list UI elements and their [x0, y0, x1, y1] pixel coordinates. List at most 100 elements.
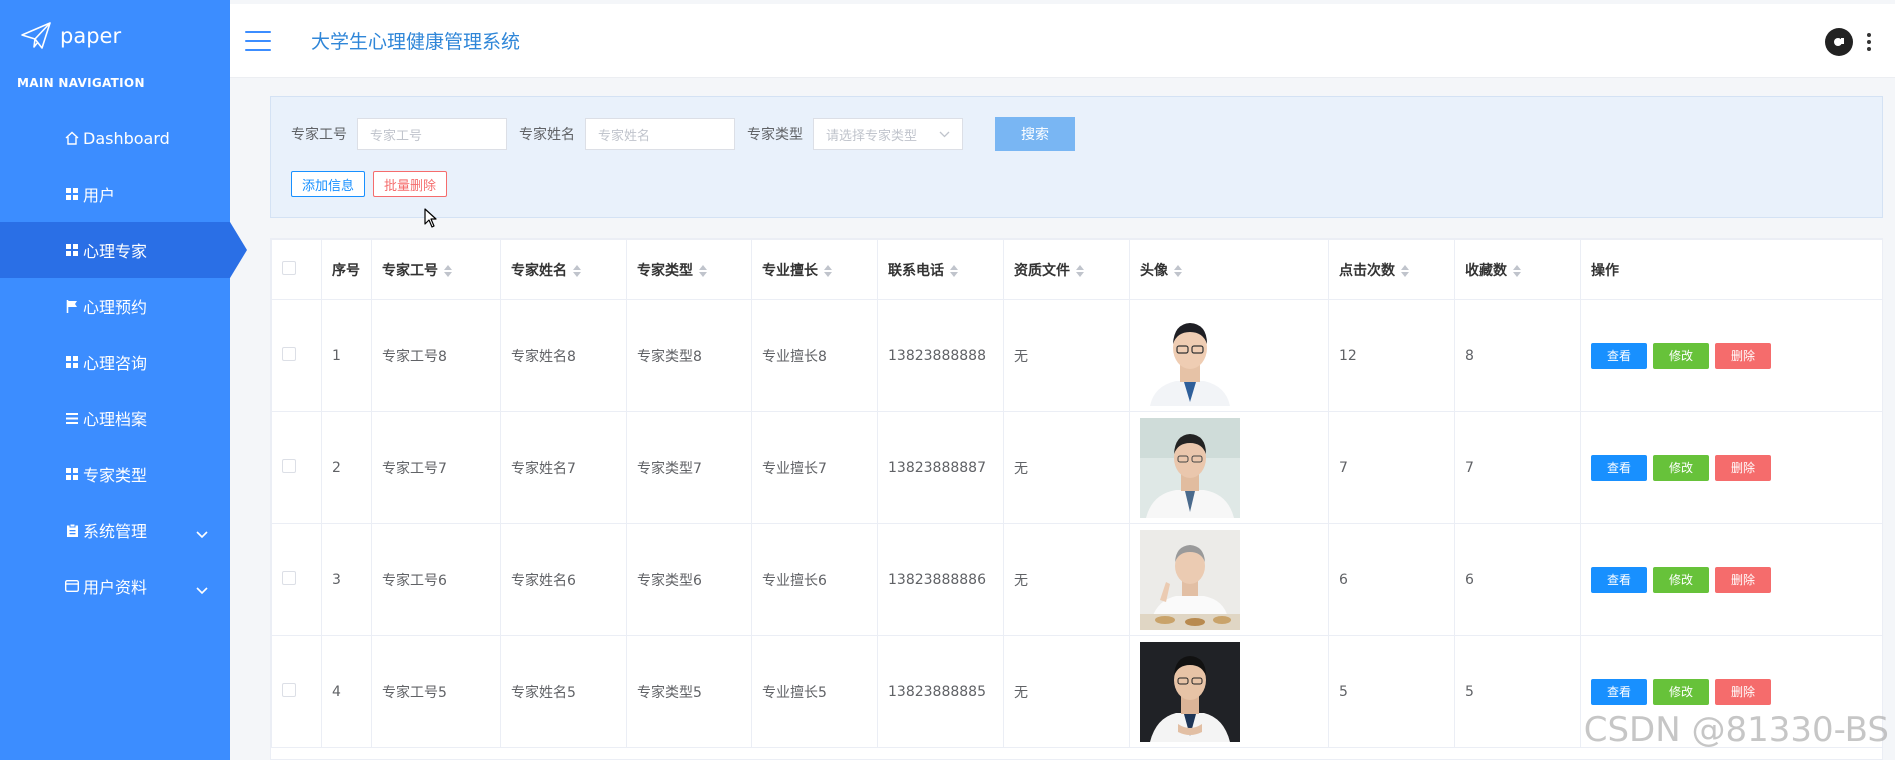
expert-id-label: 专家工号 — [291, 127, 347, 143]
column-header[interactable]: 头像 — [1129, 239, 1329, 300]
expert-type-cell: 专家类型8 — [626, 299, 752, 412]
sort-icon[interactable] — [699, 264, 707, 277]
sort-icon[interactable] — [573, 264, 581, 277]
sidebar-item-label: 心理专家 — [83, 242, 148, 261]
phone-cell: 13823888888 — [877, 299, 1004, 412]
hamburger-menu-icon[interactable] — [245, 30, 271, 51]
expert-photo[interactable] — [1140, 641, 1240, 742]
favorites-cell: 7 — [1454, 411, 1581, 524]
row-checkbox[interactable] — [282, 682, 296, 697]
expert-type-select[interactable]: 请选择专家类型 — [813, 118, 963, 150]
sidebar-item-dashboard[interactable]: Dashboard — [0, 110, 230, 166]
column-header[interactable]: 点击次数 — [1328, 239, 1455, 300]
expert-name-input[interactable]: 专家姓名 — [585, 118, 735, 150]
avatar-cell — [1129, 299, 1329, 412]
select-all-checkbox[interactable] — [282, 260, 296, 275]
row-select-cell — [271, 299, 322, 412]
sidebar-item-appointments[interactable]: 心理预约 — [0, 278, 230, 334]
row-select-cell — [271, 411, 322, 524]
expert-id-cell: 专家工号8 — [371, 299, 501, 412]
chevron-down-icon — [196, 580, 208, 599]
qualification-file-cell: 无 — [1003, 523, 1130, 636]
topbar-actions — [1825, 28, 1871, 56]
sidebar-item-label: 心理咨询 — [83, 354, 148, 373]
row-number: 4 — [321, 635, 372, 748]
sidebar-item-expert-types[interactable]: 专家类型 — [0, 446, 230, 502]
qualification-file-cell: 无 — [1003, 411, 1130, 524]
sidebar-item-system-management[interactable]: 系统管理 — [0, 502, 230, 558]
qualification-file-cell: 无 — [1003, 299, 1130, 412]
sort-icon[interactable] — [1174, 264, 1182, 277]
view-button[interactable]: 查看 — [1591, 566, 1647, 593]
list-icon — [64, 410, 80, 426]
expert-type-cell: 专家类型6 — [626, 523, 752, 636]
edit-button[interactable]: 修改 — [1653, 454, 1709, 481]
clipboard-icon — [64, 522, 80, 538]
delete-button[interactable]: 删除 — [1715, 566, 1771, 593]
column-header[interactable]: 专家姓名 — [500, 239, 627, 300]
edit-button[interactable]: 修改 — [1653, 342, 1709, 369]
sort-icon[interactable] — [1513, 264, 1521, 277]
sidebar-item-label: 系统管理 — [83, 522, 148, 541]
expert-name-label: 专家姓名 — [519, 127, 575, 143]
batch-delete-button[interactable]: 批量删除 — [373, 171, 448, 197]
sort-icon[interactable] — [950, 264, 958, 277]
edit-button[interactable]: 修改 — [1653, 566, 1709, 593]
sidebar-item-label: 用户资料 — [83, 578, 148, 597]
specialty-cell: 专业擅长5 — [751, 635, 878, 748]
row-checkbox[interactable] — [282, 570, 296, 585]
column-header: 操作 — [1580, 239, 1882, 300]
watermark: CSDN @81330-BS — [1583, 710, 1889, 750]
column-header: 序号 — [321, 239, 372, 300]
table-row: 2 专家工号7 专家姓名7 专家类型7 专业擅长7 13823888887 无 — [271, 411, 1882, 524]
sort-icon[interactable] — [1401, 264, 1409, 277]
expert-id-input[interactable]: 专家工号 — [357, 118, 507, 150]
expert-photo[interactable] — [1140, 305, 1240, 406]
actions-cell: 查看 修改 删除 — [1580, 411, 1882, 524]
expert-type-cell: 专家类型7 — [626, 411, 752, 524]
clicks-cell: 7 — [1328, 411, 1455, 524]
sidebar-item-consultation[interactable]: 心理咨询 — [0, 334, 230, 390]
view-button[interactable]: 查看 — [1591, 678, 1647, 705]
edit-button[interactable]: 修改 — [1653, 678, 1709, 705]
brand-logo[interactable]: paper — [0, 0, 230, 72]
avatar[interactable] — [1825, 28, 1853, 56]
expert-id-cell: 专家工号5 — [371, 635, 501, 748]
add-info-button[interactable]: 添加信息 — [291, 171, 366, 197]
search-panel: 专家工号 专家工号 专家姓名 专家姓名 专家类型 请选择专家类型 搜索 添加信息… — [270, 96, 1883, 218]
home-icon — [64, 130, 80, 146]
expert-name-cell: 专家姓名6 — [500, 523, 627, 636]
delete-button[interactable]: 删除 — [1715, 342, 1771, 369]
sidebar-item-experts[interactable]: 心理专家 — [0, 222, 247, 278]
expert-photo[interactable] — [1140, 417, 1240, 518]
grid-icon — [64, 354, 80, 370]
more-options-icon[interactable] — [1867, 33, 1871, 51]
column-header[interactable]: 专家工号 — [371, 239, 501, 300]
row-checkbox[interactable] — [282, 346, 296, 361]
row-checkbox[interactable] — [282, 458, 296, 473]
sort-icon[interactable] — [824, 264, 832, 277]
column-header[interactable]: 专家类型 — [626, 239, 752, 300]
sidebar-item-label: 用户 — [83, 186, 116, 205]
delete-button[interactable]: 删除 — [1715, 454, 1771, 481]
delete-button[interactable]: 删除 — [1715, 678, 1771, 705]
sidebar-item-users[interactable]: 用户 — [0, 166, 230, 222]
column-header[interactable]: 专业擅长 — [751, 239, 878, 300]
row-select-cell — [271, 635, 322, 748]
sidebar-item-user-profile[interactable]: 用户资料 — [0, 558, 230, 614]
column-header[interactable]: 联系电话 — [877, 239, 1004, 300]
view-button[interactable]: 查看 — [1591, 454, 1647, 481]
column-header[interactable]: 收藏数 — [1454, 239, 1581, 300]
sort-icon[interactable] — [1076, 264, 1084, 277]
expert-name-cell: 专家姓名5 — [500, 635, 627, 748]
grid-icon — [64, 242, 80, 258]
sort-icon[interactable] — [444, 264, 452, 277]
chevron-down-icon — [196, 524, 208, 543]
expert-photo[interactable] — [1140, 529, 1240, 630]
expert-id-cell: 专家工号6 — [371, 523, 501, 636]
search-button[interactable]: 搜索 — [995, 117, 1075, 151]
view-button[interactable]: 查看 — [1591, 342, 1647, 369]
select-all-cell — [271, 239, 322, 300]
sidebar-item-records[interactable]: 心理档案 — [0, 390, 230, 446]
column-header[interactable]: 资质文件 — [1003, 239, 1130, 300]
